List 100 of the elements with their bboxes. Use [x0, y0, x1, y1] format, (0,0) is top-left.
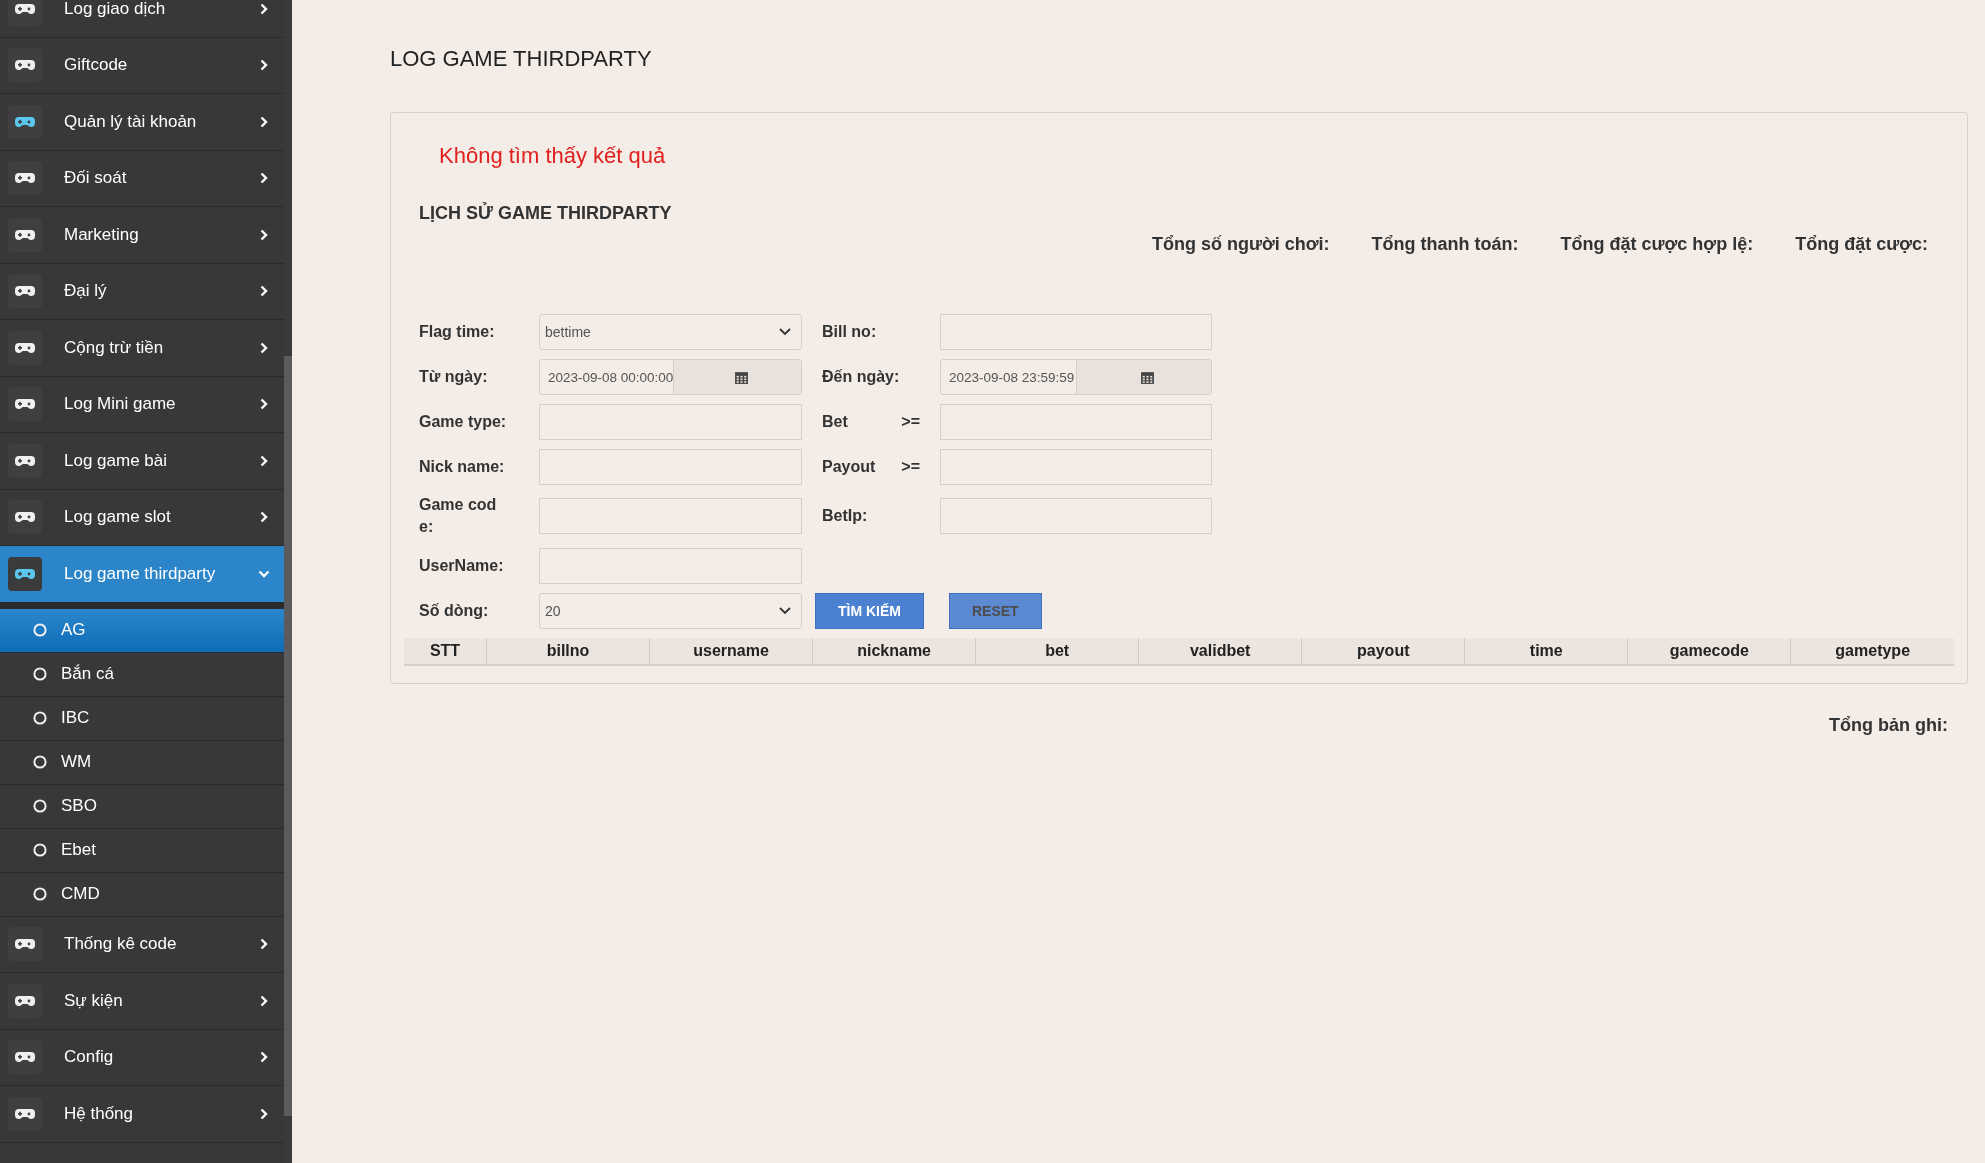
sidebar-item-label: Config [64, 1047, 115, 1068]
total-label: Tổng số người chơi: [1151, 234, 1330, 256]
sidebar-item[interactable]: Marketing [0, 207, 284, 264]
input-field[interactable] [940, 404, 1212, 440]
input-field[interactable] [539, 404, 802, 440]
chevron-right-icon [258, 1107, 270, 1120]
sidebar-item-label: Log game thirdparty [64, 563, 217, 584]
column-header: STT [404, 637, 487, 665]
calendar-button[interactable] [1075, 360, 1211, 394]
field-label: Từ ngày: [419, 366, 489, 387]
circle-icon [33, 667, 47, 681]
operator-label: >= [901, 411, 920, 432]
submenu-item-label: SBO [61, 796, 97, 816]
sidebar-item-label: Đối soát [64, 168, 128, 189]
record-total-label: Tổng bản ghi: [1829, 714, 1948, 735]
chevron-right-icon [258, 228, 270, 241]
select-field[interactable]: 20 [539, 592, 802, 629]
chevron-right-icon [258, 994, 270, 1007]
sidebar-item-label: Hệ thống [64, 1103, 134, 1124]
calendar-icon [734, 369, 750, 385]
chevron-right-icon [258, 285, 270, 298]
field-label: BetIp: [822, 506, 868, 526]
scrollbar-thumb[interactable] [284, 356, 292, 1116]
sidebar-item[interactable]: Thống kê code [0, 916, 284, 973]
sidebar-item[interactable]: Log game thirdparty [0, 546, 284, 603]
sidebar-item[interactable]: Log giao dịch [0, 0, 284, 38]
sidebar-item[interactable]: Config [0, 1029, 284, 1086]
circle-icon [33, 887, 47, 901]
chevron-right-icon [258, 2, 270, 15]
column-header: gametype [1790, 637, 1954, 665]
column-header: nickname [812, 637, 976, 665]
sidebar-item[interactable]: Sự kiện [0, 973, 284, 1030]
sidebar-item[interactable]: Cộng trừ tiền [0, 320, 284, 377]
sidebar-item-label: Thống kê code [64, 934, 178, 955]
column-header: billno [486, 637, 650, 665]
field-label: Nick name: [419, 456, 506, 477]
page-title: LOG GAME THIRDPARTY [390, 46, 652, 72]
field-label: Game cod e: [419, 495, 498, 538]
column-header: username [649, 637, 813, 665]
submenu-item-label: WM [61, 752, 92, 772]
chevron-right-icon [258, 511, 270, 524]
input-field[interactable] [539, 547, 802, 584]
operator-label: >= [901, 456, 920, 477]
total-label: Tổng thanh toán: [1371, 234, 1519, 256]
circle-icon [33, 711, 47, 725]
circle-icon [33, 799, 47, 813]
sidebar-item-label: Log game bài [64, 450, 169, 471]
chevron-right-icon [258, 454, 270, 467]
field-label: Payout [822, 456, 876, 477]
sidebar-item-label: Log Mini game [64, 394, 177, 415]
sidebar-item[interactable]: Đại lý [0, 263, 284, 320]
chevron-right-icon [258, 341, 270, 354]
input-field[interactable] [940, 314, 1212, 350]
submenu-item-label: IBC [61, 708, 90, 728]
field-label: UserName: [419, 555, 505, 576]
field-label: Flag time: [419, 321, 496, 342]
error-message: Không tìm thấy kết quả [439, 143, 666, 169]
field-label: Bet [822, 411, 849, 432]
sidebar-item[interactable]: Giftcode [0, 37, 284, 94]
chevron-right-icon [258, 59, 270, 72]
sidebar-item[interactable]: Quản lý tài khoản [0, 94, 284, 151]
chevron-right-icon [258, 938, 270, 951]
date-field[interactable]: 2023-09-08 00:00:00 [539, 359, 802, 395]
total-label: Tổng đặt cược hợp lệ: [1560, 234, 1754, 256]
sidebar-item-label: Quản lý tài khoản [64, 111, 198, 132]
sidebar-item[interactable]: Log Mini game [0, 376, 284, 433]
chevron-right-icon [258, 115, 270, 128]
calendar-icon [1140, 369, 1156, 385]
sidebar-item-label: Sự kiện [64, 990, 124, 1011]
submenu-item-label: Bắn cá [61, 664, 114, 684]
column-header: gamecode [1627, 637, 1791, 665]
chevron-right-icon [258, 398, 270, 411]
date-field[interactable]: 2023-09-08 23:59:59 [940, 359, 1212, 395]
circle-icon [33, 843, 47, 857]
select-field[interactable]: bettime [539, 314, 802, 350]
field-label: Game type: [419, 411, 508, 432]
column-header: validbet [1138, 637, 1302, 665]
input-field[interactable] [940, 449, 1212, 485]
total-label: Tổng đặt cược: [1795, 234, 1928, 256]
chevron-down-icon [779, 606, 791, 615]
field-label: Đến ngày: [822, 366, 900, 387]
sidebar-item-label: Giftcode [64, 55, 129, 76]
chevron-right-icon [258, 1051, 270, 1064]
submenu-item-label: CMD [61, 884, 100, 904]
column-header: payout [1301, 637, 1465, 665]
sidebar-item-label: Marketing [64, 224, 140, 245]
sidebar-item[interactable]: Đối soát [0, 150, 284, 207]
chevron-down-icon [779, 328, 791, 336]
input-field[interactable] [539, 498, 802, 535]
sidebar-item[interactable]: Log game bài [0, 433, 284, 490]
input-field[interactable] [940, 498, 1212, 535]
calendar-button[interactable] [673, 360, 801, 394]
sidebar-item[interactable]: Hệ thống [0, 1086, 284, 1143]
search-button[interactable]: TÌM KIẾM [815, 592, 924, 629]
column-header: bet [975, 637, 1139, 665]
submenu-item[interactable]: AG [0, 608, 284, 653]
sidebar-item-label: Log game slot [64, 507, 172, 528]
input-field[interactable] [539, 449, 802, 485]
submenu-item-label: Ebet [61, 840, 96, 860]
field-label: Số dòng: [419, 600, 490, 621]
